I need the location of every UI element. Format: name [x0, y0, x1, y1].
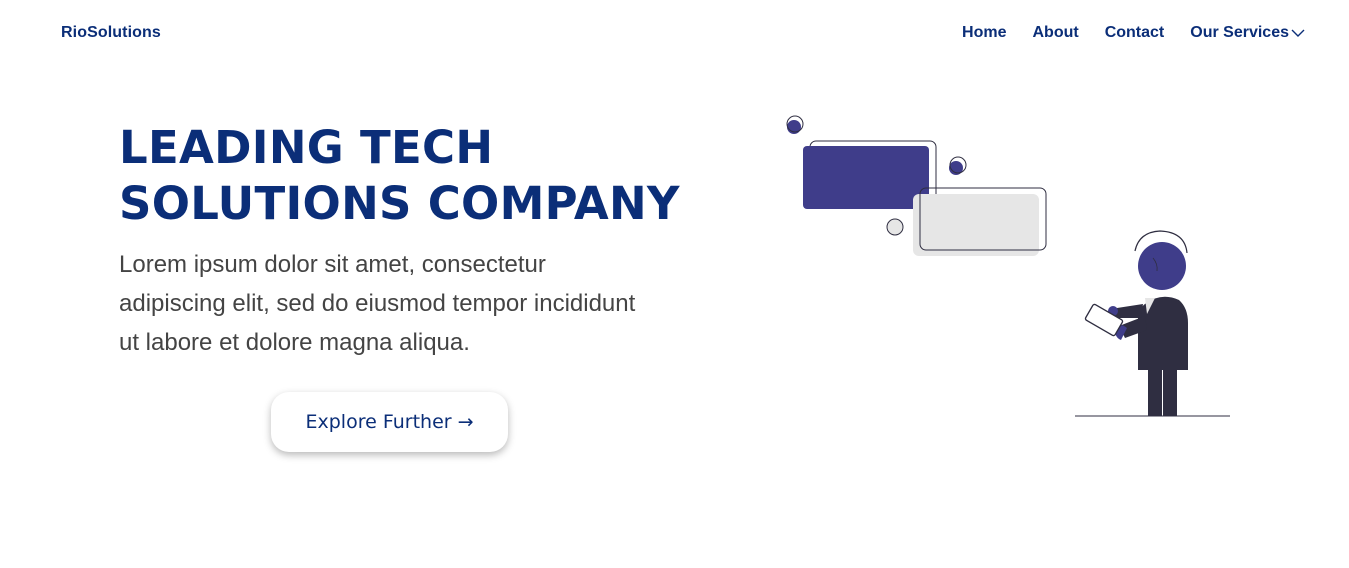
- hero-title-line-1: LEADING TECH: [119, 121, 494, 174]
- hero-illustration: [786, 115, 1230, 417]
- nav-services-dropdown[interactable]: Our Services: [1190, 24, 1305, 42]
- explore-further-button[interactable]: Explore Further →: [271, 392, 508, 452]
- person-with-tablet-figure: [1084, 230, 1188, 416]
- hero-description: Lorem ipsum dolor sit amet, consectetur …: [119, 251, 636, 356]
- arrow-right-icon: →: [457, 411, 474, 433]
- explore-further-label: Explore Further: [305, 411, 452, 433]
- decorative-circle-middle: [949, 156, 967, 175]
- page: RioSolutions Home About Contact Our Serv…: [0, 0, 1349, 568]
- chevron-down-icon: [1291, 29, 1305, 37]
- nav-menu: Home About Contact Our Services: [962, 24, 1305, 42]
- hero-title-line-2: SOLUTIONS COMPANY: [119, 177, 680, 230]
- nav-contact-link[interactable]: Contact: [1105, 24, 1165, 42]
- hero-title: LEADING TECH SOLUTIONS COMPANY: [119, 120, 680, 232]
- gray-message-card: [913, 187, 1047, 256]
- decorative-circle-gray: [886, 218, 904, 236]
- nav-services-label: Our Services: [1190, 24, 1289, 41]
- brand-logo[interactable]: RioSolutions: [61, 24, 161, 42]
- nav-about-link[interactable]: About: [1033, 24, 1079, 42]
- navbar: RioSolutions Home About Contact Our Serv…: [0, 0, 1349, 68]
- nav-home-link[interactable]: Home: [962, 24, 1006, 42]
- decorative-circle-top-left: [786, 115, 804, 134]
